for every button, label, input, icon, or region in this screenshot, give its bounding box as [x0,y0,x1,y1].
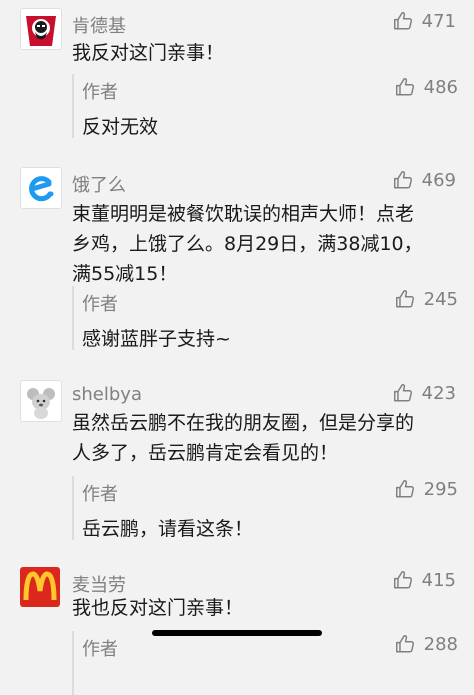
reply-text: 感谢蓝胖子支持~ [82,328,231,350]
thumb-up-icon [394,288,416,310]
avatar[interactable] [20,167,62,209]
thumb-up-icon [392,382,414,404]
reply-like-button[interactable]: 288 [394,633,458,655]
like-count: 423 [421,382,456,404]
reply-divider [72,74,74,138]
reply-like-button[interactable]: 245 [394,288,458,310]
thumb-up-icon [392,10,414,32]
like-count: 245 [423,288,458,310]
eleme-logo-icon [22,169,60,207]
like-button[interactable]: 415 [392,569,456,591]
comment-text-line: 我反对这门亲事！ [72,42,225,64]
home-indicator[interactable] [152,630,322,636]
reply-author[interactable]: 作者 [82,635,118,661]
comment-text: 虽然岳云鹏不在我的朋友圈，但是分享的 人多了，岳云鹏肯定会看见的！ [72,408,457,468]
koala-avatar-icon [22,382,60,420]
avatar[interactable] [20,380,62,422]
reply-like-button[interactable]: 295 [394,478,458,500]
reply-author[interactable]: 作者 [82,290,118,316]
like-count: 471 [421,10,456,32]
comment-author[interactable]: shelbya [72,384,142,405]
comment-text: 束董明明是被餐饮耽误的相声大师！点老 乡鸡，上饿了么。8月29日，满38减10，… [72,199,457,289]
reply-author[interactable]: 作者 [82,480,118,506]
avatar[interactable] [20,567,60,607]
like-count: 469 [421,169,456,191]
comment-text: 我也反对这门亲事！ [72,593,457,623]
comment-text-line: 我也反对这门亲事！ [72,597,244,619]
thumb-up-icon [394,478,416,500]
like-count: 295 [423,478,458,500]
comment-text: 我反对这门亲事！ [72,38,457,68]
reply-like-button[interactable]: 486 [394,76,458,98]
thumb-up-icon [392,169,414,191]
reply-author[interactable]: 作者 [82,78,118,104]
thumb-up-icon [394,633,416,655]
comment-text-line: 人多了，岳云鹏肯定会看见的！ [72,442,339,464]
reply-divider [72,631,74,695]
like-count: 288 [423,633,458,655]
reply-divider [72,286,74,350]
kfc-logo-icon [22,10,60,48]
comment-text-line: 乡鸡，上饿了么。8月29日，满38减10， [72,233,423,255]
like-button[interactable]: 469 [392,169,456,191]
comment-author[interactable]: 饿了么 [72,171,126,197]
comment-text-line: 满55减15！ [72,263,178,285]
comment-text-line: 束董明明是被餐饮耽误的相声大师！点老 [72,203,415,225]
like-count: 415 [421,569,456,591]
thumb-up-icon [394,76,416,98]
comment-text-line: 虽然岳云鹏不在我的朋友圈，但是分享的 [72,412,415,434]
reply-text: 反对无效 [82,116,159,138]
mcdonalds-logo-icon [23,571,57,601]
comment-author[interactable]: 肯德基 [72,12,126,38]
like-button[interactable]: 423 [392,382,456,404]
thumb-up-icon [392,569,414,591]
like-count: 486 [423,76,458,98]
reply-divider [72,476,74,540]
like-button[interactable]: 471 [392,10,456,32]
avatar[interactable] [20,8,62,50]
reply-text: 岳云鹏，请看这条！ [82,518,254,540]
